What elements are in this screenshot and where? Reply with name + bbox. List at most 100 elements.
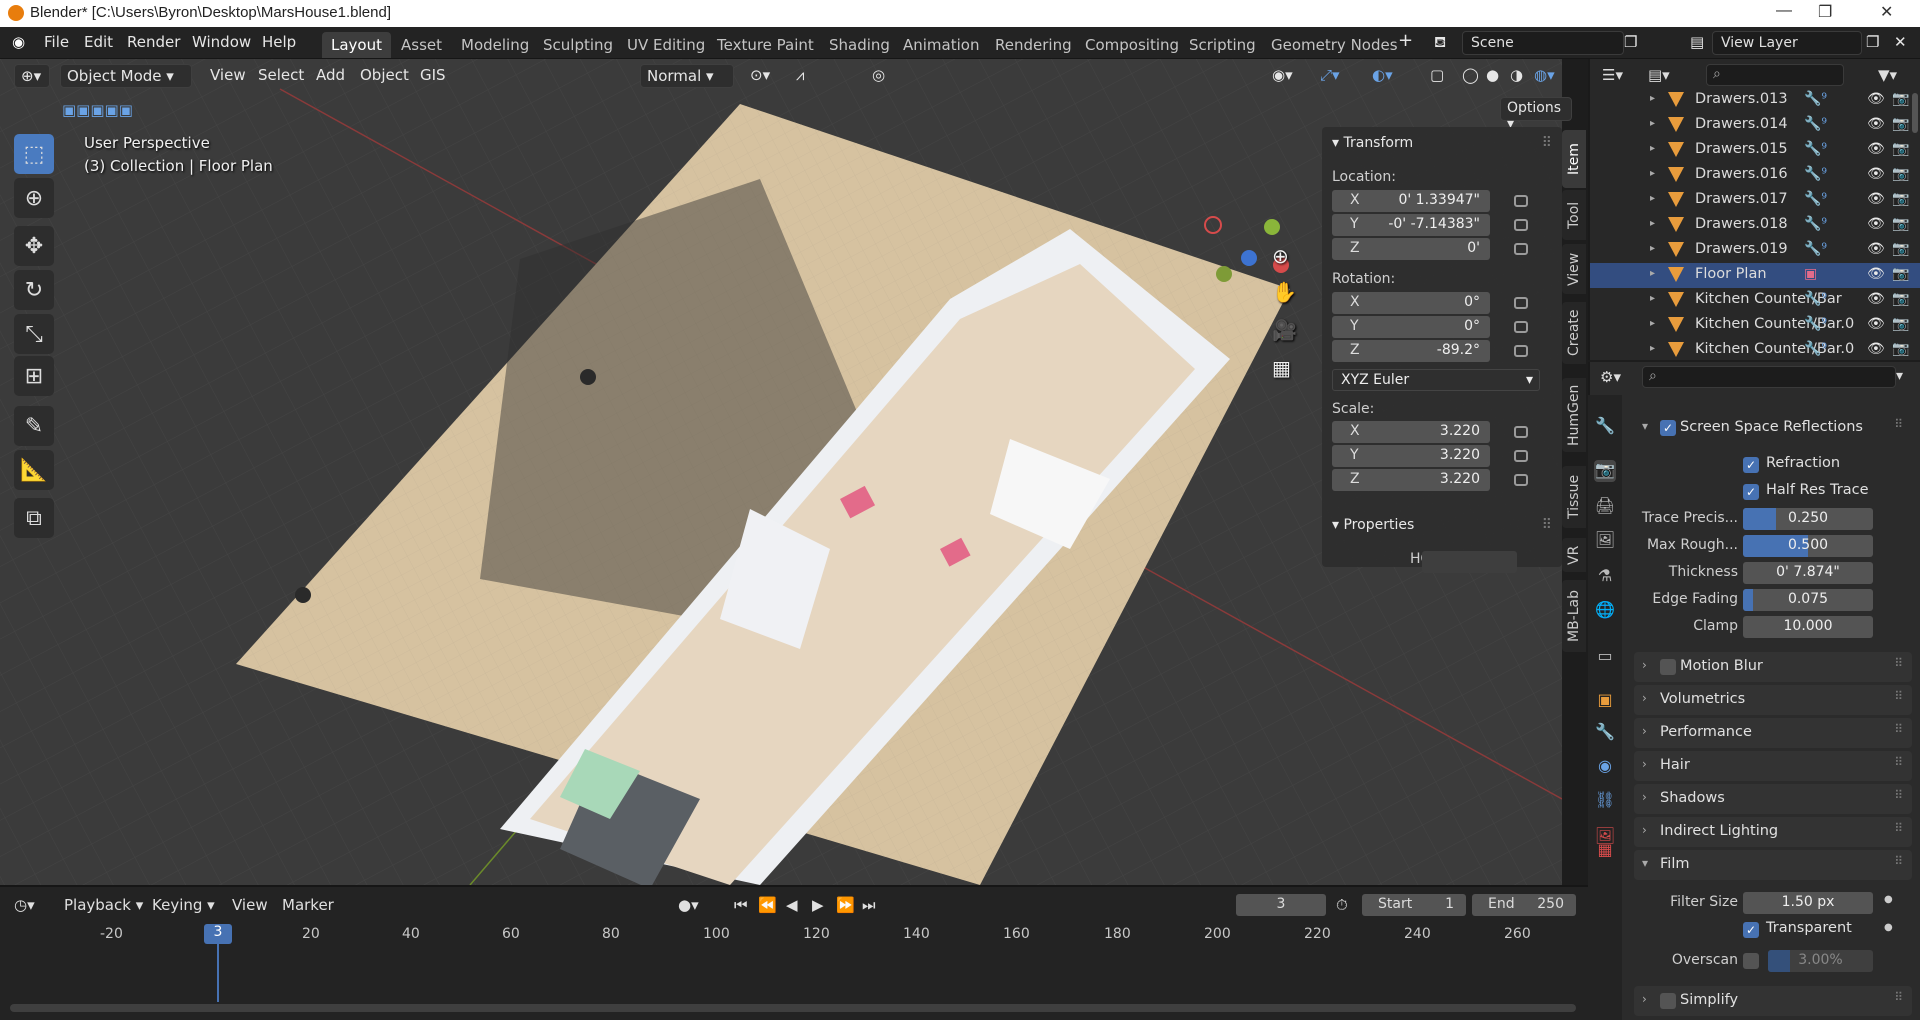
outliner-row[interactable]: ▸ Drawers.014 🔧⁹ 👁 📷 <box>1590 113 1920 138</box>
overscan-field[interactable]: 3.00% <box>1768 950 1873 972</box>
menu-add[interactable]: Add <box>310 64 351 88</box>
zoom-icon[interactable]: ⊕ <box>1272 244 1289 268</box>
eye-icon[interactable]: 👁 <box>1867 341 1885 357</box>
camera-render-icon[interactable]: 📷 <box>1892 316 1909 332</box>
clamp-field[interactable]: 10.000 <box>1743 616 1873 638</box>
outliner-row[interactable]: ▸ Drawers.015 🔧⁹ 👁 📷 <box>1590 138 1920 163</box>
select-box-tool-icon[interactable]: ⬚ <box>14 134 54 174</box>
outliner-row[interactable]: ▸ Kitchen Counter/Bar.0 🔧⁹ 👁 📷 <box>1590 338 1920 363</box>
tab-texture-paint[interactable]: Texture Paint <box>708 32 823 58</box>
menu-edit[interactable]: Edit <box>84 33 113 51</box>
menu-window[interactable]: Window <box>192 33 251 51</box>
jump-end-icon[interactable]: ⏭ <box>862 896 876 914</box>
simplify-checkbox[interactable] <box>1660 993 1676 1009</box>
edge-fading-slider[interactable]: 0.075 <box>1743 589 1873 611</box>
side-tab-humgen[interactable]: HumGen <box>1562 378 1586 452</box>
jump-keyframe-back-icon[interactable]: ⏪ <box>758 896 777 914</box>
transform-tool-icon[interactable]: ⊞ <box>14 356 54 396</box>
menu-render[interactable]: Render <box>127 33 180 51</box>
rotation-z-field[interactable]: Z -89.2° <box>1332 340 1490 362</box>
render-tab-icon[interactable]: 📷 <box>1594 460 1616 482</box>
mode-selector[interactable]: Object Mode ▾ <box>60 64 192 88</box>
close-icon[interactable]: ✕ <box>1880 2 1893 22</box>
side-tab-tissue[interactable]: Tissue <box>1562 466 1586 528</box>
eye-icon[interactable]: 👁 <box>1867 216 1885 232</box>
lock-icon[interactable] <box>1514 474 1528 486</box>
eye-icon[interactable]: 👁 <box>1867 91 1885 107</box>
camera-render-icon[interactable]: 📷 <box>1892 141 1909 157</box>
film-section-header[interactable]: ▾ Film ⠿ <box>1634 850 1912 880</box>
side-tab-vr[interactable]: VR <box>1562 538 1586 572</box>
move-tool-icon[interactable]: ✥ <box>14 226 54 266</box>
grip-icon[interactable]: ⠿ <box>1894 821 1903 835</box>
expand-arrow-icon[interactable]: ▸ <box>1650 318 1655 329</box>
record-icon[interactable]: ●▾ <box>678 896 699 914</box>
physics-tab-icon[interactable]: ◉ <box>1594 756 1616 778</box>
transform-header[interactable]: ▾ Transform <box>1332 135 1413 151</box>
pivot-icon[interactable]: ⊙▾ <box>744 64 776 88</box>
menu-playback[interactable]: Playback ▾ <box>64 896 143 914</box>
menu-keying[interactable]: Keying ▾ <box>152 896 215 914</box>
camera-render-icon[interactable]: 📷 <box>1892 291 1909 307</box>
lock-icon[interactable] <box>1514 219 1528 231</box>
timeline-editor-icon[interactable]: ◷▾ <box>14 896 35 914</box>
expand-arrow-icon[interactable]: ▸ <box>1650 218 1655 229</box>
expand-arrow-icon[interactable]: ▸ <box>1650 268 1655 279</box>
rotate-tool-icon[interactable]: ↻ <box>14 270 54 310</box>
view-layer-remove-icon[interactable]: ✕ <box>1894 33 1907 51</box>
scale-z-field[interactable]: Z 3.220 <box>1332 469 1490 491</box>
jump-keyframe-forward-icon[interactable]: ⏩ <box>836 896 855 914</box>
proportional-edit-icon[interactable]: ◎ <box>866 64 891 88</box>
tab-geometry-nodes[interactable]: Geometry Nodes <box>1262 32 1407 58</box>
snap-icon[interactable]: ⩘ <box>790 64 810 88</box>
options-dropdown[interactable]: Options ▾ <box>1500 97 1572 132</box>
eye-icon[interactable]: 👁 <box>1867 291 1885 307</box>
texture-tab-icon[interactable]: ▦ <box>1594 840 1616 862</box>
view-layer-tab-icon[interactable]: 🖼 <box>1594 530 1616 552</box>
cursor-tool-icon[interactable]: ⊕ <box>14 178 54 218</box>
orientation-selector[interactable]: Normal ▾ <box>640 64 734 88</box>
tab-uv-editing[interactable]: UV Editing <box>618 32 714 58</box>
lock-icon[interactable] <box>1514 243 1528 255</box>
play-icon[interactable]: ▶ <box>812 896 824 914</box>
preview-range-icon[interactable]: ⏱ <box>1336 896 1348 914</box>
outliner-row[interactable]: ▸ Kitchen Counter/Bar 🔧⁹ 👁 📷 <box>1590 288 1920 313</box>
start-frame-field[interactable]: Start 1 <box>1362 894 1466 916</box>
rotation-mode-selector[interactable]: XYZ Euler ▾ <box>1332 369 1540 391</box>
eye-icon[interactable]: 👁 <box>1867 316 1885 332</box>
eye-icon[interactable]: 👁 <box>1867 241 1885 257</box>
tab-animation[interactable]: Animation <box>894 32 988 58</box>
tab-compositing[interactable]: Compositing <box>1076 32 1188 58</box>
playhead-indicator[interactable]: 3 <box>204 924 232 944</box>
properties-options-icon[interactable]: ▾ <box>1896 368 1903 384</box>
select-mode-icons[interactable]: ▣▣▣▣▣ <box>56 99 139 123</box>
material-shading-icon[interactable]: ◑ <box>1504 64 1529 88</box>
blender-menu-icon[interactable]: ◉ <box>12 33 25 51</box>
hg-field[interactable] <box>1422 551 1517 573</box>
world-tab-icon[interactable]: 🌐 <box>1594 600 1616 622</box>
camera-render-icon[interactable]: 📷 <box>1892 241 1909 257</box>
measure-tool-icon[interactable]: 📐 <box>14 450 54 490</box>
camera-render-icon[interactable]: 📷 <box>1892 266 1909 282</box>
expand-arrow-icon[interactable]: ▸ <box>1650 293 1655 304</box>
tab-shading[interactable]: Shading <box>820 32 899 58</box>
grip-icon[interactable]: ⠿ <box>1894 417 1903 431</box>
expand-arrow-icon[interactable]: ▸ <box>1650 118 1655 129</box>
filter-size-field[interactable]: 1.50 px <box>1743 892 1873 914</box>
camera-render-icon[interactable]: 📷 <box>1892 341 1909 357</box>
camera-render-icon[interactable]: 📷 <box>1892 91 1909 107</box>
timeline-scrollbar[interactable] <box>10 1004 1576 1012</box>
grip-icon[interactable]: ⠿ <box>1894 990 1903 1004</box>
location-y-field[interactable]: Y -0' -7.14383" <box>1332 214 1490 236</box>
lock-icon[interactable] <box>1514 345 1528 357</box>
overlay-icon[interactable]: ◐▾ <box>1366 64 1399 88</box>
jump-start-icon[interactable]: ⏮ <box>734 896 748 914</box>
lock-icon[interactable] <box>1514 195 1528 207</box>
tab-layout[interactable]: Layout <box>322 32 391 58</box>
side-tab-view[interactable]: View <box>1562 244 1586 294</box>
scale-tool-icon[interactable]: ⤡ <box>14 314 54 354</box>
expand-arrow-icon[interactable]: ▸ <box>1650 93 1655 104</box>
simplify-section[interactable]: › Simplify ⠿ <box>1634 986 1912 1016</box>
expand-arrow-icon[interactable]: ▸ <box>1650 193 1655 204</box>
grip-icon[interactable]: ⠿ <box>1894 689 1903 703</box>
